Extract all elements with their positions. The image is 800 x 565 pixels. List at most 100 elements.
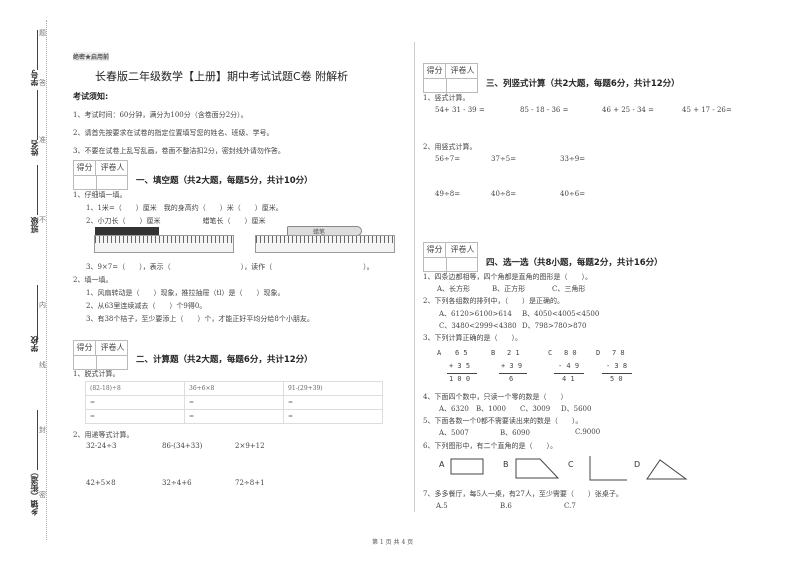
option: A.5 bbox=[436, 502, 448, 510]
score-label: 得分 bbox=[424, 243, 446, 257]
expression: 40÷8= bbox=[491, 190, 517, 198]
field-student-id: 学号 bbox=[30, 70, 39, 86]
expression: 56÷7= bbox=[435, 155, 461, 163]
secret-tag: 绝密★启用前 bbox=[73, 52, 110, 61]
option: C.9000 bbox=[575, 428, 601, 436]
expression: 33÷9= bbox=[560, 155, 586, 163]
seal-char: 密 bbox=[39, 491, 46, 499]
field-line bbox=[37, 90, 38, 140]
calc-top: 2 1 bbox=[507, 349, 520, 357]
field-class: 班级 bbox=[30, 217, 39, 233]
question-stem: 6、下列图形中，有二个直角的是（ ）。 bbox=[423, 442, 557, 450]
calc-result: 1 0 0 bbox=[449, 375, 471, 383]
option: C、3009 bbox=[520, 405, 551, 413]
knife-image bbox=[95, 227, 159, 235]
ruler-image bbox=[94, 235, 234, 253]
calc-result: 6 bbox=[509, 375, 514, 383]
notice-item: 2、请首先按要求在试卷的指定位置填写您的姓名、班级、学号。 bbox=[73, 129, 274, 137]
trapezoid-shape bbox=[515, 458, 560, 479]
table-cell: (82-18)÷8 bbox=[85, 381, 185, 396]
expression: 49÷8= bbox=[435, 190, 461, 198]
option-label: C bbox=[548, 349, 553, 357]
calc-result: 5 0 bbox=[610, 375, 623, 383]
column-divider bbox=[414, 42, 415, 512]
option: C.7 bbox=[564, 502, 576, 510]
option: B、1000 bbox=[476, 405, 506, 413]
expression: 45 + 17 - 26= bbox=[682, 106, 732, 114]
calc-result: 4 1 bbox=[562, 375, 575, 383]
expression: 37÷5= bbox=[491, 155, 517, 163]
seal-char: 内 bbox=[39, 301, 46, 309]
score-label: 得分 bbox=[74, 161, 96, 175]
expression: 2×9+12 bbox=[235, 442, 265, 450]
shape-label: D bbox=[634, 460, 641, 469]
question-stem: 4、下面四个数中，只读一个零的数是（ ） bbox=[423, 393, 568, 401]
question-item: 3、有38个桔子，至少要添上（ ）个，才能正好平均分给8个小朋友。 bbox=[86, 315, 314, 323]
expression: 72÷8+1 bbox=[235, 479, 265, 487]
table-cell: = bbox=[85, 395, 185, 410]
field-school: 学校 bbox=[30, 336, 39, 352]
score-box: 得分 评卷人 bbox=[73, 160, 128, 192]
question-stem: 2、用递等式计算。 bbox=[73, 431, 134, 439]
score-label: 得分 bbox=[74, 341, 96, 355]
seal-char: 封 bbox=[39, 426, 46, 434]
option: B、6090 bbox=[500, 429, 530, 437]
seal-char: 准 bbox=[39, 136, 46, 144]
question-stem: 2、填一填。 bbox=[73, 276, 113, 284]
question-stem: 3、下列计算正确的是（ ）。 bbox=[423, 334, 522, 342]
shape-label: C bbox=[568, 460, 574, 469]
question-stem: 2、用竖式计算。 bbox=[423, 143, 477, 151]
option-label: A bbox=[437, 349, 442, 357]
ruler-image bbox=[255, 235, 395, 253]
seal-char: 不 bbox=[39, 216, 46, 224]
vertical-calc-d: D 7 8 - 3 8 5 0 bbox=[596, 349, 632, 383]
section-title: 三、列竖式计算（共2大题，每题6分，共计12分） bbox=[486, 79, 680, 89]
field-town: 乡镇（街道） bbox=[30, 468, 39, 516]
field-line bbox=[37, 30, 38, 70]
question-stem: 1、竖式计算。 bbox=[423, 94, 470, 102]
table-row: (82-18)÷8 36+6×8 91-(29+39) bbox=[85, 381, 383, 396]
notice-heading: 考试须知: bbox=[73, 92, 109, 101]
notice-item: 3、不要在试卷上乱写乱画，卷面不整洁扣2分，密封线外请勿作答。 bbox=[73, 147, 285, 155]
section-title: 四、选一选（共8小题，每题2分，共计16分） bbox=[486, 258, 663, 268]
score-box: 得分 评卷人 bbox=[423, 63, 478, 95]
table-cell: = bbox=[184, 409, 284, 424]
option: A、6120>6100>614 bbox=[439, 310, 512, 318]
page-title: 长春版二年级数学【上册】期中考试试题C卷 附解析 bbox=[95, 70, 349, 83]
calc-op: - 3 8 bbox=[606, 362, 628, 370]
shape-label: B bbox=[503, 460, 509, 469]
expression: 46 + 25 - 34 = bbox=[602, 106, 654, 114]
question-item: 2、从63里连续减去（ ）个9得0。 bbox=[86, 302, 207, 310]
option: C、3480<2999<4380 bbox=[439, 322, 517, 330]
vertical-calc-a: A 6 5 + 3 5 1 0 0 bbox=[437, 349, 477, 383]
score-box: 得分 评卷人 bbox=[423, 242, 478, 274]
field-name: 姓名 bbox=[30, 140, 39, 156]
section-title: 二、计算题（共2大题，每题6分，共计12分） bbox=[136, 355, 313, 365]
expression: 32-24÷3 bbox=[86, 442, 117, 450]
right-angle-shape bbox=[589, 456, 627, 481]
grader-label: 评卷人 bbox=[100, 163, 125, 172]
table-cell: 36+6×8 bbox=[184, 381, 284, 396]
rectangle-shape bbox=[450, 458, 484, 475]
calc-table: (82-18)÷8 36+6×8 91-(29+39) = = = = = = bbox=[85, 381, 383, 424]
calc-op: + 3 5 bbox=[449, 362, 471, 370]
question-item: 1、风扇转动是（ ）现象，推拉抽屉（tl）是（ ）现象。 bbox=[86, 289, 285, 297]
option-label: D bbox=[596, 349, 601, 357]
expression: 40÷6= bbox=[560, 190, 586, 198]
seal-char: 题 bbox=[39, 29, 46, 37]
vertical-calc-c: C 8 0 - 4 9 4 1 bbox=[548, 349, 584, 383]
expression: 54+ 31 - 39 = bbox=[435, 106, 485, 114]
question-stem: 1、仔细填一填。 bbox=[73, 191, 127, 199]
expression: 42+5×8 bbox=[86, 479, 116, 487]
notice-item: 1、考试时间：60分钟，满分为100分（含卷面分2分）。 bbox=[73, 111, 248, 119]
grader-label: 评卷人 bbox=[450, 245, 475, 254]
grader-label: 评卷人 bbox=[450, 66, 475, 75]
option: A、5007 bbox=[439, 429, 469, 437]
question-stem: 5、下面各数一个0都不需要读出来的数是（ ）。 bbox=[423, 417, 583, 425]
table-cell: = bbox=[184, 395, 284, 410]
calc-top: 7 8 bbox=[612, 349, 625, 357]
score-label: 得分 bbox=[424, 64, 446, 78]
vertical-calc-b: B 2 1 + 3 9 6 bbox=[491, 349, 527, 383]
section-title: 一、填空题（共2大题，每题5分，共计10分） bbox=[136, 176, 313, 186]
calc-top: 8 0 bbox=[564, 349, 577, 357]
